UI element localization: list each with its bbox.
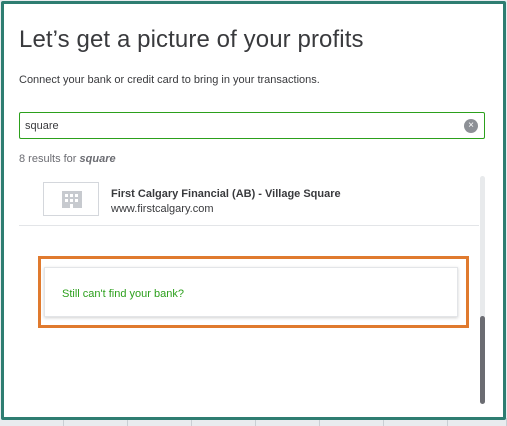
- bank-search-input[interactable]: [21, 114, 461, 137]
- dialog-title: Let’s get a picture of your profits: [19, 26, 364, 53]
- bank-search-field[interactable]: ×: [19, 112, 485, 139]
- cant-find-bank-link[interactable]: Still can't find your bank?: [44, 267, 458, 317]
- bank-url: www.firstcalgary.com: [111, 203, 214, 215]
- dialog-subtitle: Connect your bank or credit card to brin…: [19, 74, 320, 86]
- cant-find-bank-label: Still can't find your bank?: [62, 288, 184, 300]
- results-scrollbar[interactable]: [480, 176, 485, 404]
- results-count-term: square: [79, 153, 116, 165]
- results-count: 8 results for square: [19, 153, 116, 165]
- clear-search-icon[interactable]: ×: [464, 119, 478, 133]
- scrollbar-thumb[interactable]: [480, 316, 485, 404]
- bank-logo-placeholder-icon: [43, 182, 99, 216]
- bank-name: First Calgary Financial (AB) - Village S…: [111, 188, 341, 200]
- building-icon: [62, 191, 82, 208]
- connect-bank-dialog: Let’s get a picture of your profits Conn…: [1, 1, 506, 420]
- bank-result-row[interactable]: First Calgary Financial (AB) - Village S…: [19, 174, 479, 226]
- results-count-prefix: 8 results for: [19, 153, 80, 165]
